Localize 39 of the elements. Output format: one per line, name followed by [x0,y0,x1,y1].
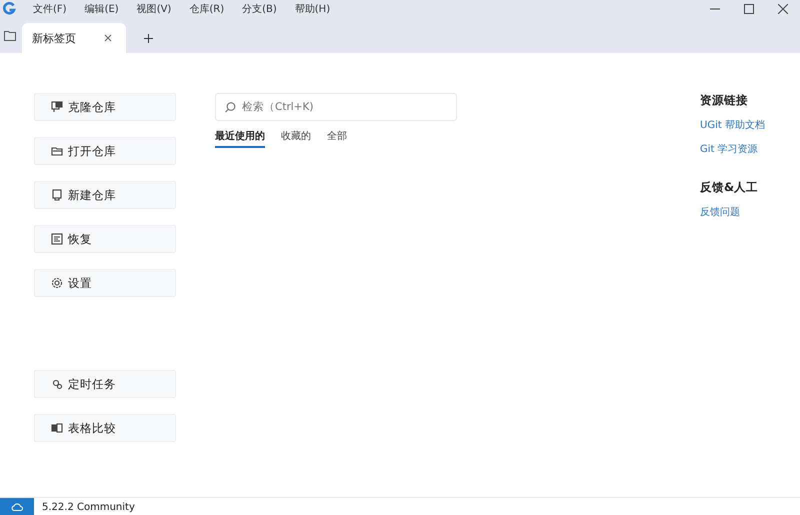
tool-button[interactable]: 定时任务 [34,370,176,398]
maximize-icon[interactable] [744,4,754,14]
close-icon[interactable] [102,32,114,44]
action-button[interactable]: 设置 [34,269,176,297]
folder-icon [51,145,63,157]
monitor-icon [51,101,63,113]
settings-icon [51,277,63,289]
resource-link[interactable]: UGit 帮助文档 [700,118,765,132]
plus-icon[interactable] [144,34,153,42]
gears-icon [51,378,63,390]
version-label: 5.22.2 Community [42,502,135,512]
monitor-icon [51,189,63,201]
folder-icon[interactable] [4,30,16,41]
resource-link[interactable]: Git 学习资源 [700,142,765,156]
action-button[interactable]: 打开仓库 [34,137,176,165]
action-button[interactable]: 克隆仓库 [34,93,176,121]
table-icon [51,422,63,434]
filter-tab[interactable]: 收藏的 [281,129,311,148]
menu-item[interactable]: 文件(F) [24,2,76,16]
menu-item[interactable]: 仓库(R) [180,2,234,16]
menu-item[interactable]: 编辑(E) [76,2,128,16]
menu-item[interactable]: 视图(V) [128,2,180,16]
action-button[interactable]: 恢复 [34,225,176,253]
feedback-link[interactable]: 反馈问题 [700,205,765,219]
tab[interactable]: 新标签页 [22,23,126,53]
cloud-button[interactable] [0,498,34,515]
tool-button[interactable]: 表格比较 [34,414,176,442]
section-heading: 资源链接 [700,93,749,108]
action-button[interactable]: 新建仓库 [34,181,176,209]
filter-tab[interactable]: 全部 [327,129,347,148]
filter-tab[interactable]: 最近使用的 [215,129,265,148]
cloud-icon [11,503,23,511]
app-logo [2,2,16,16]
section-heading: 反馈&人工 [700,180,760,195]
document-icon [51,233,63,245]
search-field[interactable]: 检索（Ctrl+K) [215,93,457,121]
menu-item[interactable]: 分支(B) [233,2,286,16]
close-icon[interactable] [778,4,788,14]
menu-item[interactable]: 帮助(H) [286,2,340,16]
